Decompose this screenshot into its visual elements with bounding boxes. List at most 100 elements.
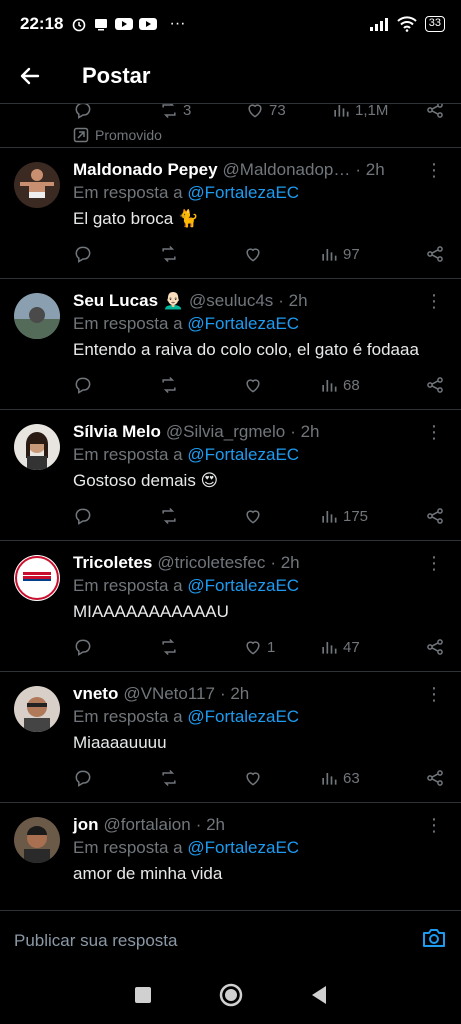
reply-to-link[interactable]: @FortalezaEC bbox=[187, 183, 299, 202]
reply-to-link[interactable]: @FortalezaEC bbox=[187, 314, 299, 333]
alarm-icon bbox=[73, 18, 86, 32]
reply-post[interactable]: ⋮ Maldonado Pepey @Maldonadop… · 2h Em r… bbox=[0, 148, 461, 279]
like-button[interactable] bbox=[243, 375, 319, 395]
post-header: Seu Lucas 👨🏻‍🦲 @seuluc4s · 2h bbox=[73, 291, 447, 311]
avatar[interactable] bbox=[14, 686, 60, 732]
more-options-icon[interactable]: ⋮ bbox=[425, 422, 443, 443]
author-name[interactable]: jon bbox=[73, 815, 99, 835]
reply-input[interactable]: Publicar sua resposta bbox=[14, 931, 177, 951]
author-name[interactable]: vneto bbox=[73, 684, 118, 704]
reply-button[interactable] bbox=[73, 244, 159, 264]
reply-button[interactable] bbox=[73, 768, 159, 788]
share-button[interactable] bbox=[425, 637, 445, 657]
avatar[interactable] bbox=[14, 293, 60, 339]
more-options-icon[interactable]: ⋮ bbox=[425, 684, 443, 705]
views-count: 68 bbox=[343, 376, 360, 394]
post-text: El gato broca 🐈 bbox=[73, 209, 200, 228]
reply-post[interactable]: ⋮ jon @fortalaion · 2h Em resposta a @Fo… bbox=[0, 803, 461, 910]
back-button[interactable] bbox=[0, 48, 60, 104]
avatar[interactable] bbox=[14, 817, 60, 863]
more-options-icon[interactable]: ⋮ bbox=[425, 553, 443, 574]
retweet-button[interactable] bbox=[159, 244, 243, 264]
author-handle[interactable]: @tricoletesfec bbox=[157, 553, 265, 573]
author-handle[interactable]: @VNeto117 bbox=[123, 684, 215, 704]
views-icon bbox=[322, 642, 337, 654]
like-button[interactable]: 1 bbox=[243, 637, 319, 657]
reply-to-link[interactable]: @FortalezaEC bbox=[187, 707, 299, 726]
author-handle[interactable]: @Silvia_rgmelo bbox=[166, 422, 285, 442]
like-button[interactable]: 73 bbox=[245, 104, 331, 120]
like-button[interactable] bbox=[243, 768, 319, 788]
retweet-count: 3 bbox=[183, 104, 192, 119]
author-handle[interactable]: @fortalaion bbox=[104, 815, 191, 835]
views-button[interactable]: 47 bbox=[319, 637, 403, 657]
retweet-button[interactable] bbox=[159, 768, 243, 788]
retweet-icon bbox=[162, 104, 176, 119]
post-header: Sílvia Melo @Silvia_rgmelo · 2h bbox=[73, 422, 447, 442]
retweet-button[interactable] bbox=[159, 375, 243, 395]
share-button[interactable] bbox=[425, 104, 461, 120]
views-button[interactable]: 97 bbox=[319, 244, 403, 264]
author-name[interactable]: Sílvia Melo bbox=[73, 422, 161, 442]
retweet-button[interactable] bbox=[159, 506, 243, 526]
author-name[interactable]: Tricoletes bbox=[73, 553, 152, 573]
reply-to-link[interactable]: @FortalezaEC bbox=[187, 445, 299, 464]
home-button[interactable] bbox=[219, 983, 243, 1012]
share-icon bbox=[427, 770, 443, 786]
views-icon bbox=[322, 249, 337, 261]
more-options-icon[interactable]: ⋮ bbox=[425, 291, 443, 312]
post-header: Maldonado Pepey @Maldonadop… · 2h bbox=[73, 160, 447, 180]
post-time: · 2h bbox=[270, 553, 300, 572]
views-button[interactable]: 63 bbox=[319, 768, 403, 788]
replies-feed[interactable]: 3 73 1,1M Promovido ⋮ Maldonado Pepey @M… bbox=[0, 104, 461, 910]
avatar[interactable] bbox=[14, 424, 60, 470]
reply-to-link[interactable]: @FortalezaEC bbox=[187, 838, 299, 857]
reply-button[interactable] bbox=[73, 375, 159, 395]
reply-button[interactable] bbox=[73, 506, 159, 526]
like-count: 1 bbox=[267, 638, 276, 656]
reply-to-link[interactable]: @FortalezaEC bbox=[187, 576, 299, 595]
views-button[interactable]: 1,1M bbox=[331, 104, 417, 120]
camera-button[interactable] bbox=[421, 926, 447, 955]
heart-icon bbox=[246, 248, 260, 262]
avatar[interactable] bbox=[14, 162, 60, 208]
avatar[interactable] bbox=[14, 555, 60, 601]
reply-post[interactable]: ⋮ Sílvia Melo @Silvia_rgmelo · 2h Em res… bbox=[0, 410, 461, 541]
heart-icon bbox=[246, 641, 260, 655]
post-time: · 2h bbox=[278, 291, 308, 310]
more-options-icon[interactable]: ⋮ bbox=[425, 815, 443, 836]
author-name[interactable]: Maldonado Pepey bbox=[73, 160, 218, 180]
like-button[interactable] bbox=[243, 506, 319, 526]
share-button[interactable] bbox=[425, 768, 445, 788]
author-name[interactable]: Seu Lucas 👨🏻‍🦲 bbox=[73, 291, 184, 311]
share-button[interactable] bbox=[425, 506, 445, 526]
retweet-button[interactable]: 3 bbox=[159, 104, 245, 120]
views-count: 175 bbox=[343, 507, 369, 525]
back-nav-button[interactable] bbox=[310, 985, 328, 1010]
more-options-icon[interactable]: ⋮ bbox=[425, 160, 443, 181]
author-handle[interactable]: @Maldonadop… bbox=[223, 160, 351, 180]
share-button[interactable] bbox=[425, 244, 445, 264]
post-header: jon @fortalaion · 2h bbox=[73, 815, 447, 835]
reply-button[interactable] bbox=[73, 104, 159, 120]
reply-post[interactable]: ⋮ Seu Lucas 👨🏻‍🦲 @seuluc4s · 2h Em respo… bbox=[0, 279, 461, 410]
recents-button[interactable] bbox=[134, 986, 152, 1009]
more-notifications-icon: ··· bbox=[169, 15, 186, 32]
share-button[interactable] bbox=[425, 375, 445, 395]
status-bar: 22:18 ··· 33 bbox=[0, 0, 461, 48]
reply-icon bbox=[75, 246, 91, 263]
views-button[interactable]: 175 bbox=[319, 506, 403, 526]
reply-post[interactable]: ⋮ Tricoletes @tricoletesfec · 2h Em resp… bbox=[0, 541, 461, 672]
views-count: 47 bbox=[343, 638, 360, 656]
views-button[interactable]: 68 bbox=[319, 375, 403, 395]
reply-icon bbox=[75, 508, 91, 525]
author-handle[interactable]: @seuluc4s bbox=[189, 291, 273, 311]
retweet-button[interactable] bbox=[159, 637, 243, 657]
share-icon bbox=[427, 639, 443, 655]
reply-button[interactable] bbox=[73, 637, 159, 657]
reply-composer[interactable]: Publicar sua resposta bbox=[0, 910, 461, 970]
reply-post[interactable]: ⋮ vneto @VNeto117 · 2h Em resposta a @Fo… bbox=[0, 672, 461, 803]
retweet-icon bbox=[162, 245, 176, 263]
like-button[interactable] bbox=[243, 244, 319, 264]
avatar-image bbox=[14, 817, 60, 863]
